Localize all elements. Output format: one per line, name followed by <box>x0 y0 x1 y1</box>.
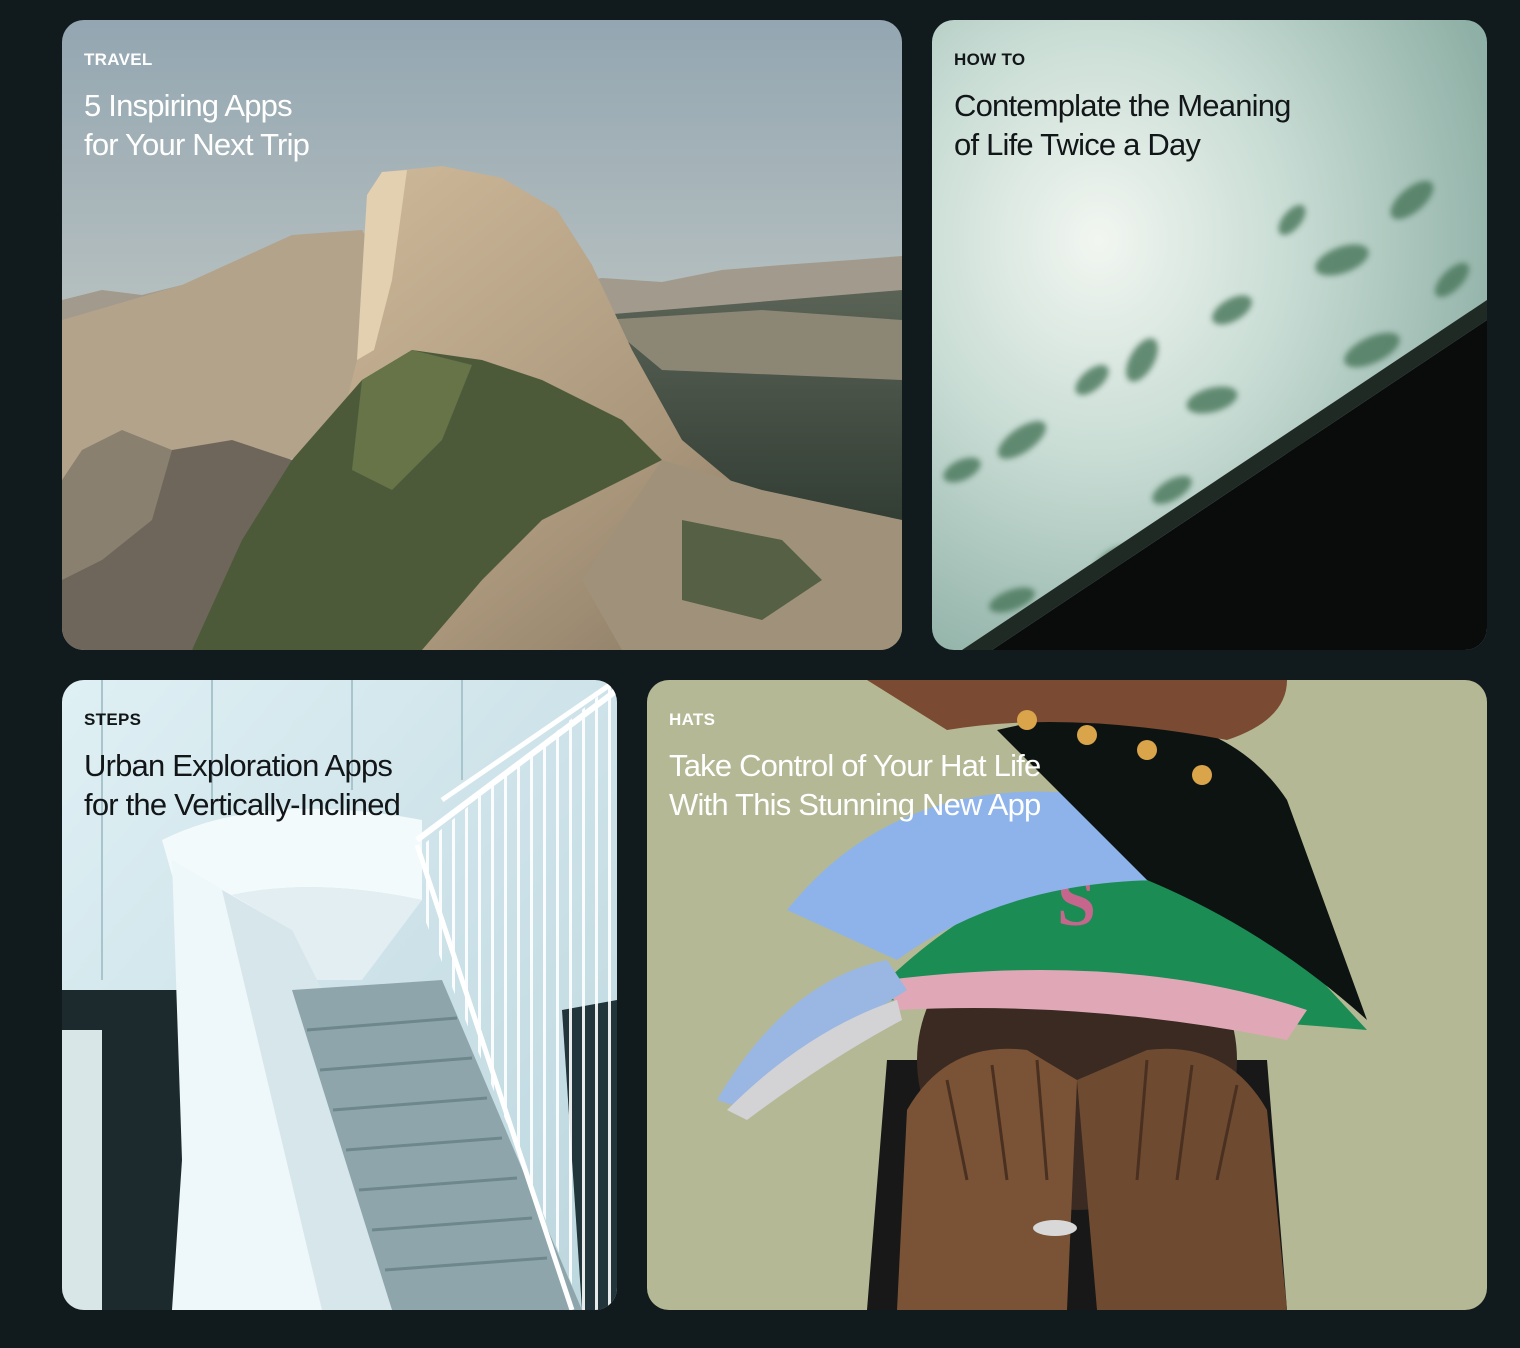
article-title-line-1: Contemplate the Meaning <box>954 88 1291 123</box>
article-title-line-1: Urban Exploration Apps <box>84 748 393 783</box>
article-title[interactable]: Urban Exploration Apps for the Verticall… <box>84 746 595 824</box>
article-category: HOW TO <box>954 50 1026 69</box>
article-title[interactable]: 5 Inspiring Apps for Your Next Trip <box>84 86 880 164</box>
article-category: HATS <box>669 710 716 729</box>
article-title-line-1: 5 Inspiring Apps <box>84 88 293 123</box>
article-title-line-2: of Life Twice a Day <box>954 127 1201 162</box>
article-category: STEPS <box>84 710 142 729</box>
article-card-how-to[interactable]: HOW TO Contemplate the Meaning of Life T… <box>932 20 1487 650</box>
article-title-line-1: Take Control of Your Hat Life <box>669 748 1041 783</box>
article-card-travel[interactable]: TRAVEL 5 Inspiring Apps for Your Next Tr… <box>62 20 902 650</box>
article-title[interactable]: Take Control of Your Hat Life With This … <box>669 746 1465 824</box>
article-category: TRAVEL <box>84 50 153 69</box>
article-card-hats[interactable]: S HATS Take Control of Your Hat Life Wit… <box>647 680 1487 1310</box>
article-card-steps[interactable]: STEPS Urban Exploration Apps for the Ver… <box>62 680 617 1310</box>
article-title-line-2: for the Vertically-Inclined <box>84 787 401 822</box>
article-title-line-2: for Your Next Trip <box>84 127 310 162</box>
article-title[interactable]: Contemplate the Meaning of Life Twice a … <box>954 86 1465 164</box>
article-title-line-2: With This Stunning New App <box>669 787 1041 822</box>
